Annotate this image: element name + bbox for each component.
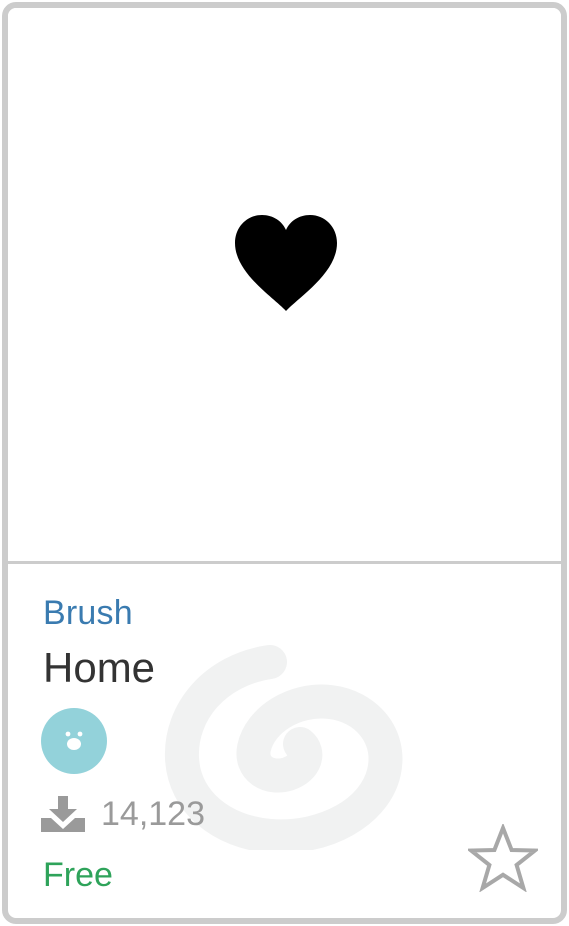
- price-label: Free: [43, 856, 113, 894]
- asset-category[interactable]: Brush: [43, 594, 133, 633]
- avatar-face-icon: [65, 731, 83, 750]
- asset-preview[interactable]: [8, 8, 561, 564]
- creator-avatar[interactable]: [41, 708, 107, 774]
- download-count: 14,123: [101, 794, 205, 833]
- asset-info: Brush Home 14,123 Free: [8, 564, 561, 918]
- asset-title[interactable]: Home: [43, 644, 155, 692]
- heart-icon: [235, 215, 337, 311]
- download-icon: [41, 796, 85, 832]
- asset-card[interactable]: Brush Home 14,123 Free: [2, 2, 567, 924]
- star-outline-icon[interactable]: [468, 824, 538, 892]
- download-stats: 14,123: [41, 792, 205, 836]
